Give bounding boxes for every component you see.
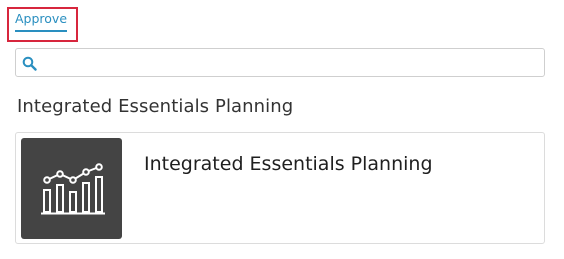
search-icon	[22, 56, 37, 71]
section-title: Integrated Essentials Planning	[17, 96, 294, 117]
app-thumbnail	[21, 138, 122, 239]
app-card[interactable]: Integrated Essentials Planning	[15, 132, 545, 244]
page: Approve Integrated Essentials Planning I…	[0, 0, 564, 259]
app-card-title: Integrated Essentials Planning	[144, 153, 433, 175]
chart-bars-icon	[41, 163, 105, 215]
search-input[interactable]	[43, 52, 538, 73]
tab-approve[interactable]: Approve	[15, 12, 68, 32]
search-bar[interactable]	[15, 48, 545, 77]
